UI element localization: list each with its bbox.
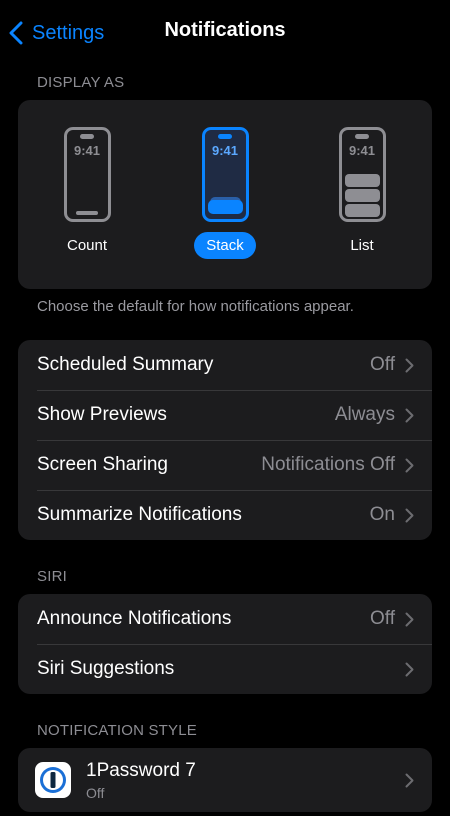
row-value: Notifications Off — [261, 454, 395, 475]
navigation-bar: Settings Notifications — [0, 0, 450, 64]
phone-home-indicator — [76, 211, 98, 215]
notification-style-group: 1Password 7 Off — [18, 748, 432, 812]
page-title: Notifications — [164, 19, 286, 41]
row-label: Siri Suggestions — [37, 658, 175, 679]
list-notification-bar — [344, 204, 380, 217]
app-text: 1Password 7 Off — [86, 760, 405, 801]
phone-time: 9:41 — [73, 143, 101, 158]
section-header-siri: SIRI — [37, 567, 67, 585]
siri-settings-group: Announce Notifications Off Siri Suggesti… — [18, 594, 432, 694]
chevron-right-icon — [405, 773, 414, 787]
general-settings-group: Scheduled Summary Off Show Previews Alwa… — [18, 340, 432, 540]
display-option-count[interactable]: 9:41 Count — [37, 127, 137, 259]
display-option-list[interactable]: 9:41 List — [312, 127, 412, 259]
phone-notch — [80, 134, 94, 139]
row-value: Always — [334, 404, 395, 425]
section-header-notification-style: NOTIFICATION STYLE — [37, 721, 198, 739]
display-option-label: Stack — [194, 232, 256, 259]
row-announce-notifications[interactable]: Announce Notifications Off — [18, 594, 432, 644]
row-siri-suggestions[interactable]: Siri Suggestions — [18, 644, 432, 694]
row-screen-sharing[interactable]: Screen Sharing Notifications Off — [18, 440, 432, 490]
display-option-label: List — [350, 237, 374, 254]
row-label: Screen Sharing — [37, 454, 168, 475]
phone-preview-count: 9:41 — [63, 127, 111, 222]
phone-time: 9:41 — [211, 143, 239, 158]
row-value: On — [369, 504, 395, 525]
phone-preview-list: 9:41 — [338, 127, 386, 222]
app-name: 1Password 7 — [86, 759, 196, 781]
row-label: Announce Notifications — [37, 608, 232, 629]
list-notification-bar — [344, 189, 380, 202]
stack-notification-front — [207, 200, 243, 214]
phone-preview-stack: 9:41 — [201, 127, 249, 222]
chevron-right-icon — [405, 458, 414, 472]
chevron-right-icon — [405, 358, 414, 372]
chevron-right-icon — [405, 408, 414, 422]
phone-notch — [218, 134, 232, 139]
display-option-stack[interactable]: 9:41 Stack — [175, 127, 275, 259]
row-summarize-notifications[interactable]: Summarize Notifications On — [18, 490, 432, 540]
chevron-right-icon — [405, 508, 414, 522]
row-value: Off — [370, 608, 395, 629]
list-notification-bar — [344, 174, 380, 187]
phone-notch — [355, 134, 369, 139]
section-header-display-as: DISPLAY AS — [37, 73, 125, 91]
display-as-footer: Choose the default for how notifications… — [37, 298, 354, 315]
row-value: Off — [370, 354, 395, 375]
row-label: Scheduled Summary — [37, 354, 214, 375]
row-label: Summarize Notifications — [37, 504, 242, 525]
1password-icon — [35, 762, 71, 798]
display-as-card: 9:41 Count 9:41 Stack 9:41 List — [18, 100, 432, 289]
chevron-right-icon — [405, 662, 414, 676]
row-label: Show Previews — [37, 404, 167, 425]
row-show-previews[interactable]: Show Previews Always — [18, 390, 432, 440]
row-scheduled-summary[interactable]: Scheduled Summary Off — [18, 340, 432, 390]
app-notification-status: Off — [86, 784, 105, 801]
notifications-settings-screen: Settings Notifications DISPLAY AS 9:41 C… — [0, 0, 450, 816]
1password-logo-icon — [40, 767, 66, 793]
chevron-right-icon — [405, 612, 414, 626]
app-row-1password[interactable]: 1Password 7 Off — [18, 748, 432, 812]
phone-time: 9:41 — [348, 143, 376, 158]
display-option-label: Count — [66, 237, 108, 254]
